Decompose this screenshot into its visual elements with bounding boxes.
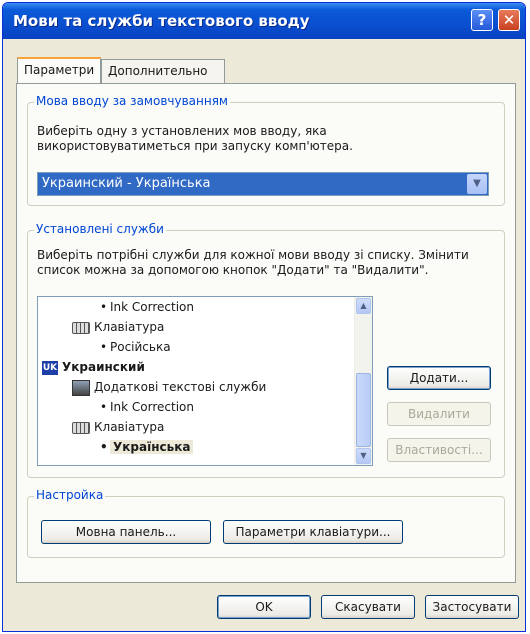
bullet-icon: • [100,400,108,414]
default-language-description-line1: Виберіть одну з установлених мов вводу, … [37,124,327,138]
chevron-down-icon[interactable]: ▼ [467,174,487,194]
properties-button[interactable]: Властивості... [387,438,491,462]
language-badge-icon: UK [42,360,58,375]
cancel-button[interactable]: Скасувати [321,595,415,619]
tree-item-label: Додаткові текстові служби [94,380,267,394]
dialog-window: Мови та служби текстового вводу ? ✕ Пара… [2,2,526,632]
bullet-icon: • [100,440,108,454]
tree-item-ukrainian-language[interactable]: UK Украинский [38,357,354,377]
tree-item-label: Украинский [62,360,145,374]
keyboard-settings-button[interactable]: Параметри клавіатури... [223,520,403,544]
tab-advanced[interactable]: Дополнительно [101,59,225,83]
tree-item-russian[interactable]: • Російська [38,337,354,357]
default-language-select[interactable]: Украинский - Українська ▼ [37,172,489,196]
add-button[interactable]: Додати... [387,366,491,390]
close-button[interactable]: ✕ [498,9,520,31]
ok-button[interactable]: OK [217,595,311,619]
tree-scrollbar[interactable]: ▲ ▼ [354,297,372,465]
window-title: Мови та служби текстового вводу [13,12,310,30]
services-tree[interactable]: • Ink Correction Клавіатура • Російська UK… [37,296,373,466]
tree-item-keyboard-2[interactable]: Клавіатура [38,417,354,437]
tree-item-ink-correction-2[interactable]: • Ink Correction [38,397,354,417]
default-language-description-line2: використовуватиметься при запуску комп'ю… [37,139,353,153]
bullet-icon: • [100,340,108,354]
tree-item-label: Клавіатура [94,320,165,334]
settings-group-title: Настройка [34,488,106,502]
installed-services-description-line1: Виберіть потрібні служби для кожної мови… [37,248,469,262]
remove-button[interactable]: Видалити [387,402,491,426]
tree-item-ink-correction-1[interactable]: • Ink Correction [38,297,354,317]
help-button[interactable]: ? [471,9,493,31]
scroll-down-icon[interactable]: ▼ [356,448,371,464]
tree-item-keyboard-1[interactable]: Клавіатура [38,317,354,337]
tree-item-ukrainian-keyboard[interactable]: • Українська [38,437,354,457]
tree-item-label: Клавіатура [94,420,165,434]
keyboard-icon [72,321,90,334]
tree-item-label: Ink Correction [110,400,194,414]
tree-item-label: Російська [110,340,171,354]
keyboard-icon [72,421,90,434]
tree-item-text-services[interactable]: Додаткові текстові служби [38,377,354,397]
tab-panel-parameters: Мова вводу за замовчуванням Виберіть одн… [16,83,516,583]
scroll-up-icon[interactable]: ▲ [356,298,371,314]
tree-item-label: Ink Correction [110,300,194,314]
text-services-icon [72,379,90,396]
tree-item-label: Українська [110,440,194,454]
default-language-select-value: Украинский - Українська [42,176,211,191]
language-bar-button[interactable]: Мовна панель... [41,520,211,544]
apply-button[interactable]: Застосувати [425,595,519,619]
bullet-icon: • [100,300,108,314]
scrollbar-thumb[interactable] [356,373,371,447]
default-language-group-title: Мова вводу за замовчуванням [34,94,230,108]
title-bar: Мови та служби текстового вводу ? ✕ [3,3,525,39]
tab-parameters[interactable]: Параметри [17,57,101,83]
installed-services-group-title: Установлені служби [34,222,166,236]
installed-services-description-line2: список можна за допомогою кнопок "Додати… [37,263,429,277]
